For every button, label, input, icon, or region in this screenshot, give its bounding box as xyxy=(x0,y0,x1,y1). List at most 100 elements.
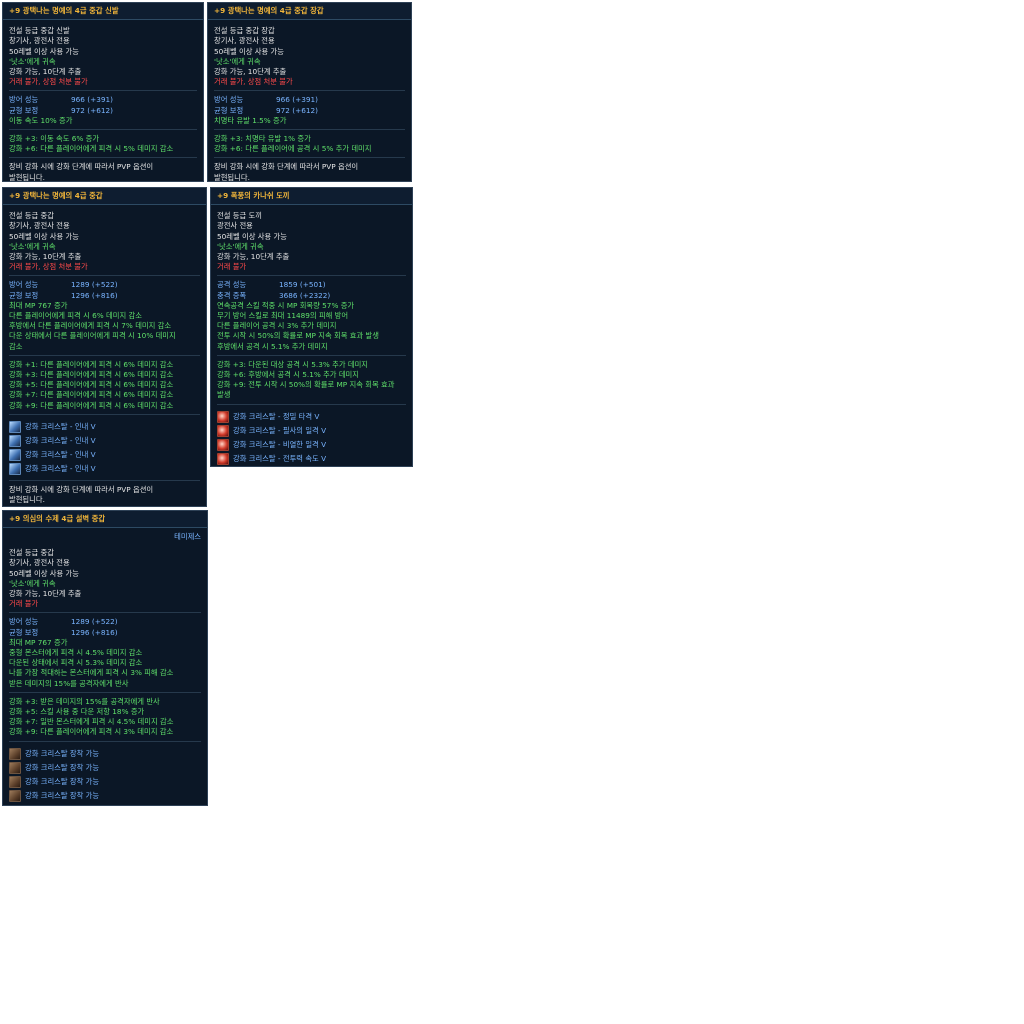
crystal-slot[interactable]: 강화 크리스탈 장착 가능 xyxy=(9,789,201,802)
stat-key: 공격 성능 xyxy=(217,280,247,290)
pvp-note: 발현됩니다. xyxy=(214,172,250,182)
stat-row: 공격 성능 1859 (+501) xyxy=(217,280,406,290)
crystal-label: 강화 크리스탈 - 전투력 속도 V xyxy=(233,453,327,463)
stat-row: 균형 보정 1296 (+816) xyxy=(9,291,200,301)
stat-extra: 다른 플레이어 공격 시 3% 추가 데미지 xyxy=(217,321,337,331)
item-class: 광전사 전용 xyxy=(217,221,253,231)
crystal-label: 강화 크리스탈 장착 가능 xyxy=(25,790,100,800)
stat-key: 방어 성능 xyxy=(9,95,39,105)
enchant-line: 강화 +6: 다른 플레이어에게 피격 시 5% 데미지 감소 xyxy=(9,144,174,154)
stat-extra: 다운 상태에서 다른 플레이어에게 피격 시 10% 데미지 xyxy=(9,331,176,341)
item-grade: 전설 등급 중갑 장갑 xyxy=(214,26,275,36)
crystal-slot[interactable]: 강화 크리스탈 장착 가능 xyxy=(9,775,201,788)
stat-value: 966 (+391) xyxy=(276,95,318,105)
crystal-red-icon xyxy=(217,438,229,451)
crystal-slot-icon xyxy=(9,747,21,760)
item-bind: '낫소'에게 귀속 xyxy=(9,241,56,251)
crystal-slot[interactable]: 강화 크리스탈 - 인내 V xyxy=(9,462,200,475)
stat-key: 균형 보정 xyxy=(214,105,244,115)
stat-row: 균형 보정 1296 (+816) xyxy=(9,628,201,638)
crystal-slot-icon xyxy=(9,789,21,802)
item-class: 창기사, 광전사 전용 xyxy=(9,558,70,568)
item-trade: 거래 불가, 상점 처분 불가 xyxy=(9,77,88,87)
crystal-red-icon xyxy=(217,452,229,465)
item-class: 창기사, 광전사 전용 xyxy=(9,36,70,46)
item-bind: '낫소'에게 귀속 xyxy=(9,578,56,588)
stat-row: 균형 보정 972 (+612) xyxy=(9,106,197,116)
item-enhance: 강화 가능, 10단계 추출 xyxy=(217,252,290,262)
pvp-note: 장비 강화 시에 강화 단계에 따라서 PVP 옵션이 xyxy=(9,484,154,494)
crystal-red-icon xyxy=(217,410,229,423)
item-level: 50레벨 이상 사용 가능 xyxy=(217,231,287,241)
item-bind: '낫소'에게 귀속 xyxy=(214,56,261,66)
enchant-line: 강화 +3: 치명타 유발 1% 증가 xyxy=(214,134,311,144)
crystal-slot[interactable]: 강화 크리스탈 - 필사의 일격 V xyxy=(217,424,406,437)
stat-value: 1289 (+522) xyxy=(71,617,118,627)
stat-extra: 최대 MP 767 증가 xyxy=(9,300,68,310)
crystal-slot[interactable]: 강화 크리스탈 장착 가능 xyxy=(9,747,201,760)
stat-value: 1296 (+816) xyxy=(71,627,118,637)
item-enhance: 강화 가능, 10단계 추출 xyxy=(214,67,287,77)
crystal-slot[interactable]: 강화 크리스탈 - 인내 V xyxy=(9,434,200,447)
pvp-note: 발현됩니다. xyxy=(9,495,45,505)
item-enhance: 강화 가능, 10단계 추출 xyxy=(9,252,82,262)
crystal-slot[interactable]: 강화 크리스탈 - 인내 V xyxy=(9,420,200,433)
crystal-slot[interactable]: 강화 크리스탈 - 비열한 일격 V xyxy=(217,438,406,451)
tooltip-armor: +9 광택나는 명예의 4급 중갑 전설 등급 중갑 창기사, 광전사 전용 5… xyxy=(2,187,207,507)
stat-value: 1859 (+501) xyxy=(279,280,326,290)
enchant-line: 강화 +3: 이동 속도 6% 증가 xyxy=(9,134,100,144)
item-title: +9 폭풍의 카나쉬 도끼 xyxy=(211,188,412,206)
crystal-red-icon xyxy=(217,424,229,437)
enchant-line: 강화 +9: 다른 플레이어에게 피격 시 6% 데미지 감소 xyxy=(9,400,174,410)
crystal-slot-icon xyxy=(9,775,21,788)
crystal-label: 강화 크리스탈 - 정밀 타격 V xyxy=(233,411,320,421)
stat-extra: 후방에서 다른 플레이어에게 피격 시 7% 데미지 감소 xyxy=(9,321,172,331)
side-label: 테미제스 xyxy=(174,532,201,542)
crystal-label: 강화 크리스탈 장착 가능 xyxy=(25,762,100,772)
crystal-label: 강화 크리스탈 - 인내 V xyxy=(25,435,96,445)
item-title: +9 광택나는 명예의 4급 중갑 신발 xyxy=(3,3,203,21)
item-title: +9 의심의 수제 4급 설벽 중갑 xyxy=(3,511,207,529)
stat-extra: 이동 속도 10% 증가 xyxy=(9,115,73,125)
crystal-slot[interactable]: 강화 크리스탈 - 전투력 속도 V xyxy=(217,452,406,465)
crystal-slot[interactable]: 강화 크리스탈 - 정밀 타격 V xyxy=(217,410,406,423)
enchant-line: 강화 +5: 스킬 사용 중 다운 저항 18% 증가 xyxy=(9,707,145,717)
enchant-line: 강화 +5: 다른 플레이어에게 피격 시 6% 데미지 감소 xyxy=(9,380,174,390)
pvp-note: 장비 강화 시에 강화 단계에 따라서 PVP 옵션이 xyxy=(214,162,359,172)
item-enhance: 강화 가능, 10단계 추출 xyxy=(9,67,82,77)
stat-value: 1296 (+816) xyxy=(71,290,118,300)
stat-row: 충격 증폭 3686 (+2322) xyxy=(217,291,406,301)
crystal-label: 강화 크리스탈 장착 가능 xyxy=(25,748,100,758)
stat-extra: 다운된 상태에서 피격 시 5.3% 데미지 감소 xyxy=(9,658,143,668)
stat-row: 방어 성능 1289 (+522) xyxy=(9,280,200,290)
item-class: 창기사, 광전사 전용 xyxy=(9,221,70,231)
enchant-line: 강화 +3: 다른 플레이어에게 피격 시 6% 데미지 감소 xyxy=(9,370,174,380)
item-grade: 전설 등급 중갑 xyxy=(9,211,54,221)
stat-extra: 감소 xyxy=(9,341,23,351)
stat-key: 균형 보정 xyxy=(9,105,39,115)
stat-key: 방어 성능 xyxy=(214,95,244,105)
stat-extra: 전투 시작 시 50%의 확률로 MP 지속 회복 효과 발생 xyxy=(217,331,379,341)
enchant-line: 강화 +3: 받은 데미지의 15%를 공격자에게 반사 xyxy=(9,696,160,706)
enchant-line: 강화 +9: 다른 플레이어에게 피격 시 3% 데미지 감소 xyxy=(9,727,174,737)
enchant-line: 발생 xyxy=(217,390,231,400)
stat-key: 방어 성능 xyxy=(9,280,39,290)
item-trade: 거래 불가 xyxy=(9,599,39,609)
item-trade: 거래 불가, 상점 처분 불가 xyxy=(214,77,293,87)
stat-value: 966 (+391) xyxy=(71,95,113,105)
stat-value: 1289 (+522) xyxy=(71,280,118,290)
item-bind: '낫소'에게 귀속 xyxy=(217,241,264,251)
tooltip-heavy-armor: +9 의심의 수제 4급 설벽 중갑 테미제스 전설 등급 중갑 창기사, 광전… xyxy=(2,510,208,806)
enchant-line: 강화 +6: 다른 플레이어에 공격 시 5% 추가 데미지 xyxy=(214,144,372,154)
crystal-label: 강화 크리스탈 장착 가능 xyxy=(25,776,100,786)
crystal-blue-icon xyxy=(9,434,21,447)
stat-row: 균형 보정 972 (+612) xyxy=(214,106,405,116)
stat-row: 방어 성능 1289 (+522) xyxy=(9,617,201,627)
crystal-slot[interactable]: 강화 크리스탈 - 인내 V xyxy=(9,448,200,461)
item-trade: 거래 불가 xyxy=(217,262,247,272)
crystal-label: 강화 크리스탈 - 비열한 일격 V xyxy=(233,439,327,449)
stat-row: 방어 성능 966 (+391) xyxy=(9,95,197,105)
enchant-line: 강화 +1: 다른 플레이어에게 피격 시 6% 데미지 감소 xyxy=(9,359,174,369)
crystal-slot[interactable]: 강화 크리스탈 장착 가능 xyxy=(9,761,201,774)
crystal-blue-icon xyxy=(9,462,21,475)
